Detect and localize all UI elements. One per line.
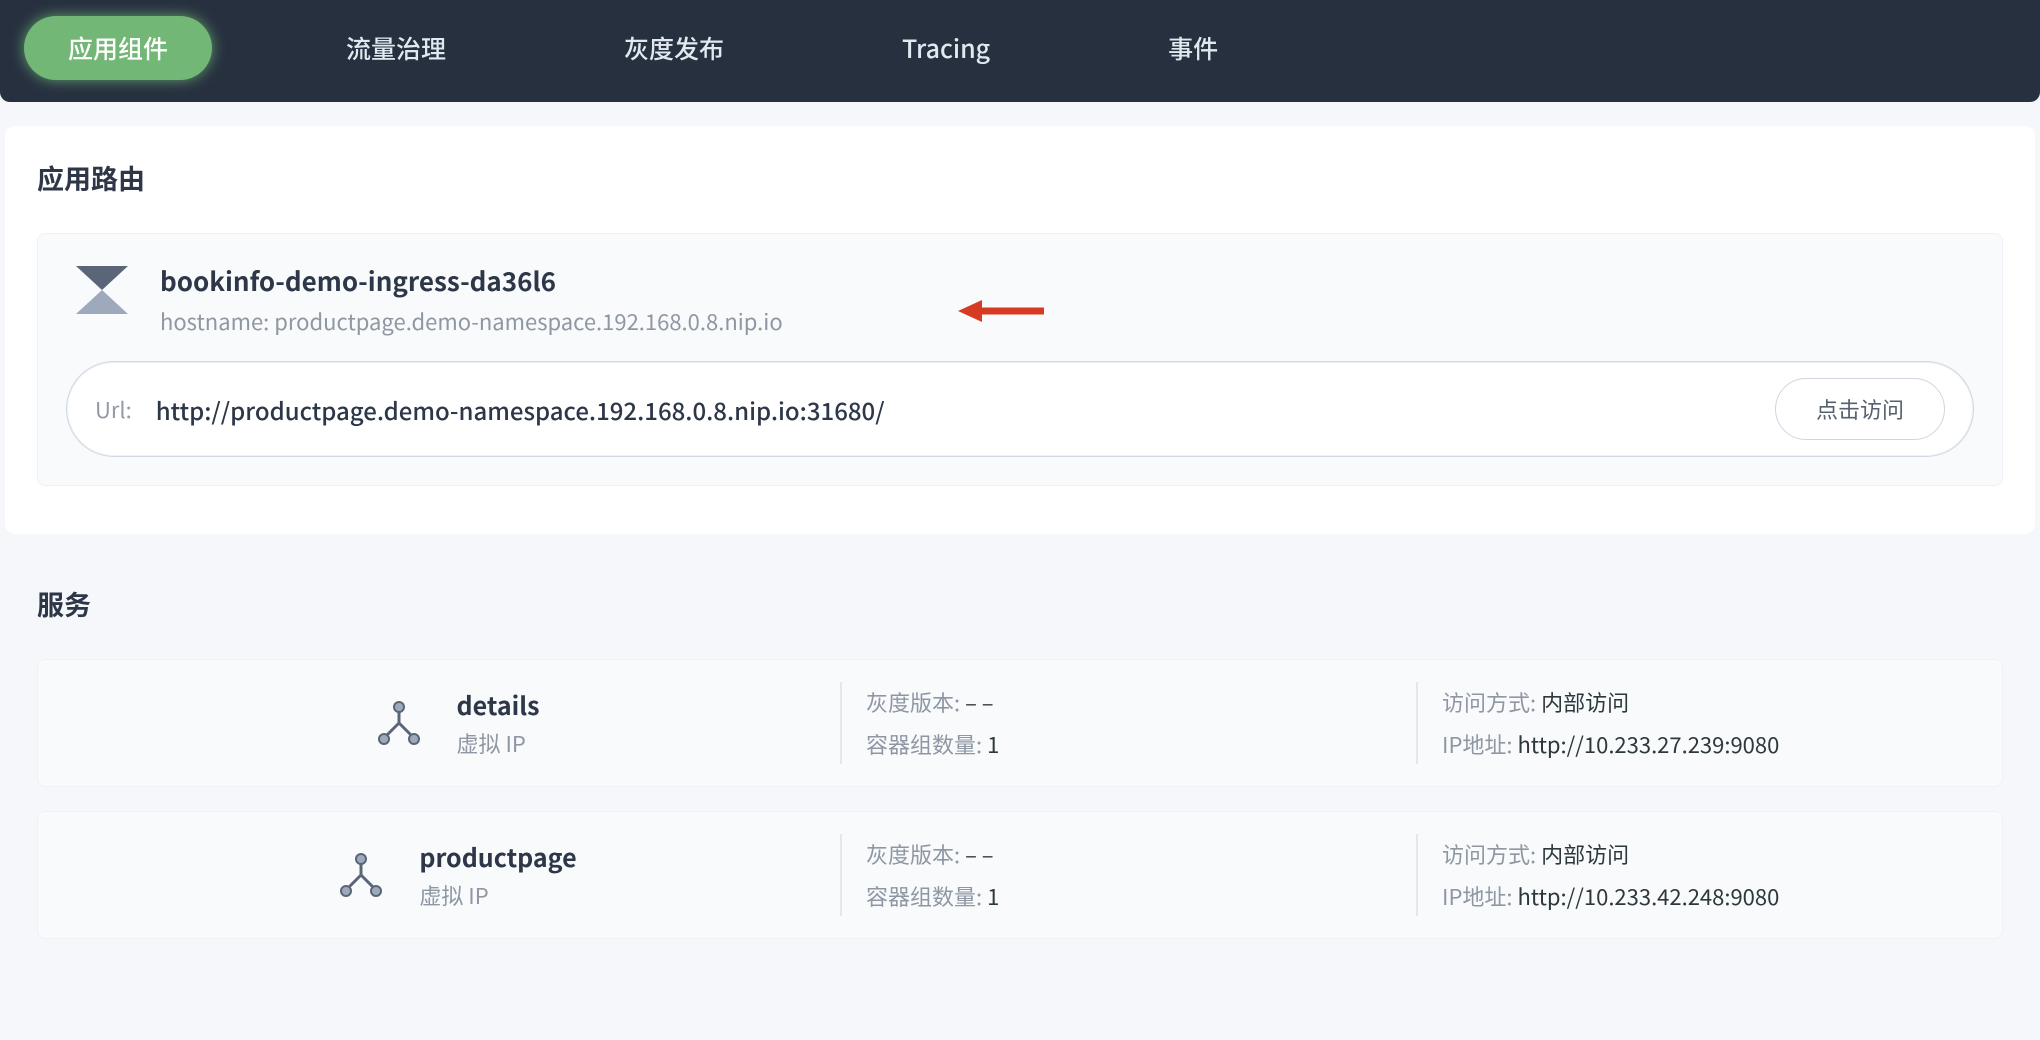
pod-count-value: 1 bbox=[987, 728, 999, 760]
access-mode-label: 访问方式: bbox=[1442, 838, 1536, 870]
visit-button[interactable]: 点击访问 bbox=[1775, 378, 1945, 440]
access-mode-label: 访问方式: bbox=[1442, 686, 1536, 718]
route-section-title: 应用路由 bbox=[37, 158, 2003, 197]
pod-count-label: 容器组数量: bbox=[866, 880, 982, 912]
service-ip-type: 虚拟 IP bbox=[457, 727, 540, 759]
access-mode-value: 内部访问 bbox=[1541, 686, 1629, 718]
gray-version-value: – – bbox=[965, 686, 994, 718]
annotation-arrow-icon bbox=[956, 296, 1046, 326]
gray-version-label: 灰度版本: bbox=[866, 838, 960, 870]
pod-count-value: 1 bbox=[987, 880, 999, 912]
service-ip-type: 虚拟 IP bbox=[419, 879, 576, 911]
route-card: bookinfo-demo-ingress-da36l6 hostname: p… bbox=[37, 233, 2003, 486]
ip-value: http://10.233.27.239:9080 bbox=[1517, 728, 1779, 760]
service-tree-icon bbox=[371, 695, 427, 751]
access-mode-value: 内部访问 bbox=[1541, 838, 1629, 870]
tab-gray-release[interactable]: 灰度发布 bbox=[580, 16, 768, 80]
route-panel: 应用路由 bookinfo-demo-ingress-da36l6 hostna… bbox=[5, 126, 2035, 534]
tab-events[interactable]: 事件 bbox=[1124, 16, 1262, 80]
hourglass-icon bbox=[74, 262, 130, 318]
service-name[interactable]: productpage bbox=[419, 839, 576, 875]
gray-version-label: 灰度版本: bbox=[866, 686, 960, 718]
pod-count-label: 容器组数量: bbox=[866, 728, 982, 760]
url-value[interactable]: http://productpage.demo-namespace.192.16… bbox=[156, 392, 1775, 427]
gray-version-value: – – bbox=[965, 838, 994, 870]
service-name[interactable]: details bbox=[457, 687, 540, 723]
ip-label: IP地址: bbox=[1442, 880, 1513, 912]
hostname-label: hostname: bbox=[160, 305, 269, 337]
url-label: Url: bbox=[95, 393, 132, 425]
tab-app-components[interactable]: 应用组件 bbox=[24, 16, 212, 80]
route-name[interactable]: bookinfo-demo-ingress-da36l6 bbox=[160, 262, 783, 299]
service-item[interactable]: productpage 虚拟 IP 灰度版本: – – 容器组数量: 1 访问方… bbox=[37, 811, 2003, 939]
service-tree-icon bbox=[333, 847, 389, 903]
top-nav: 应用组件 流量治理 灰度发布 Tracing 事件 bbox=[0, 0, 2040, 102]
route-hostname: hostname: productpage.demo-namespace.192… bbox=[160, 305, 783, 337]
url-row: Url: http://productpage.demo-namespace.1… bbox=[66, 361, 1974, 457]
tab-traffic-governance[interactable]: 流量治理 bbox=[302, 16, 490, 80]
tab-tracing[interactable]: Tracing bbox=[858, 16, 1034, 80]
hostname-value: productpage.demo-namespace.192.168.0.8.n… bbox=[274, 305, 782, 337]
ip-label: IP地址: bbox=[1442, 728, 1513, 760]
service-item[interactable]: details 虚拟 IP 灰度版本: – – 容器组数量: 1 访问方式: 内… bbox=[37, 659, 2003, 787]
services-section-title: 服务 bbox=[37, 584, 2003, 623]
ip-value: http://10.233.42.248:9080 bbox=[1517, 880, 1779, 912]
services-section: 服务 details 虚拟 IP bbox=[5, 574, 2035, 949]
